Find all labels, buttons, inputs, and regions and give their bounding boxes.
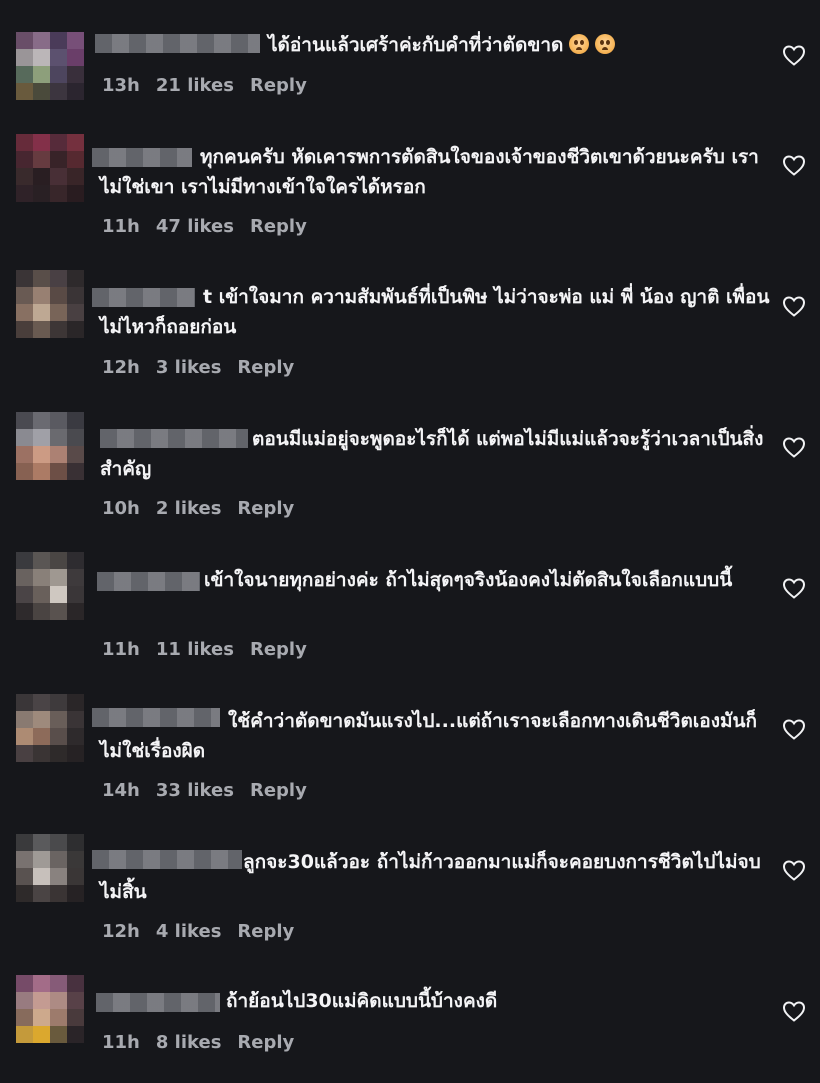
comment-meta: 11h 11 likes Reply <box>102 639 307 660</box>
avatar[interactable] <box>16 134 84 202</box>
comment-time: 14h <box>102 780 140 801</box>
comment-time: 10h <box>102 498 140 519</box>
heart-outline-icon[interactable] <box>782 718 806 740</box>
avatar[interactable] <box>16 270 84 338</box>
comment-text: ทุกคนครับ หัดเคารพการตัดสินใจของเจ้าของช… <box>100 146 759 198</box>
comment-text: ลูกจะ30แล้วอะ ถ้าไม่ก้าวออกมาแม่ก็จะคอยบ… <box>100 851 761 903</box>
reply-button[interactable]: Reply <box>250 639 307 660</box>
comment-meta: 12h 3 likes Reply <box>102 357 294 378</box>
heart-outline-icon[interactable] <box>782 436 806 458</box>
comment-time: 12h <box>102 921 140 942</box>
reply-button[interactable]: Reply <box>250 780 307 801</box>
comment-time: 12h <box>102 357 140 378</box>
heart-outline-icon[interactable] <box>782 154 806 176</box>
avatar[interactable] <box>16 552 84 620</box>
avatar[interactable] <box>16 834 84 902</box>
username-redacted[interactable] <box>96 993 220 1012</box>
avatar[interactable] <box>16 412 84 480</box>
reply-button[interactable]: Reply <box>237 1032 294 1053</box>
reply-button[interactable]: Reply <box>237 921 294 942</box>
comment-time: 11h <box>102 1032 140 1053</box>
comment-likes[interactable]: 11 likes <box>156 639 234 660</box>
heart-outline-icon[interactable] <box>782 859 806 881</box>
comment-text: เข้าใจนายทุกอย่างค่ะ ถ้าไม่สุดๆจริงน้องค… <box>204 569 733 591</box>
reply-button[interactable]: Reply <box>237 357 294 378</box>
avatar[interactable] <box>16 975 84 1043</box>
comment-text: ตอนมีแม่อยู่จะพูดอะไรก็ได้ แต่พอไม่มีแม่… <box>100 428 764 480</box>
comment-time: 11h <box>102 639 140 660</box>
heart-outline-icon[interactable] <box>782 1000 806 1022</box>
avatar[interactable] <box>16 694 84 762</box>
heart-outline-icon[interactable] <box>782 577 806 599</box>
comment-meta: 11h 47 likes Reply <box>102 216 307 237</box>
comment-likes[interactable]: 4 likes <box>156 921 222 942</box>
reply-button[interactable]: Reply <box>237 498 294 519</box>
comment-meta: 11h 8 likes Reply <box>102 1032 294 1053</box>
comment-text: t เข้าใจมาก ความสัมพันธ์ที่เป็นพิษ ไม่ว่… <box>100 286 770 338</box>
reply-button[interactable]: Reply <box>250 216 307 237</box>
comment-meta: 12h 4 likes Reply <box>102 921 294 942</box>
comment-likes[interactable]: 33 likes <box>156 780 234 801</box>
comment-likes[interactable]: 2 likes <box>156 498 222 519</box>
comment-time: 11h <box>102 216 140 237</box>
comment-meta: 14h 33 likes Reply <box>102 780 307 801</box>
comment-text: ใช้คำว่าตัดขาดมันแรงไป...แต่ถ้าเราจะเลือ… <box>100 710 757 762</box>
comment-likes[interactable]: 47 likes <box>156 216 234 237</box>
comment-item: ถ้าย้อนไป30แม่คิดแบบนี้บ้างคงดี 11h 8 li… <box>0 0 820 1053</box>
comment-meta: 10h 2 likes Reply <box>102 498 294 519</box>
comment-likes[interactable]: 8 likes <box>156 1032 222 1053</box>
comment-text: ถ้าย้อนไป30แม่คิดแบบนี้บ้างคงดี <box>226 990 498 1012</box>
comment-likes[interactable]: 3 likes <box>156 357 222 378</box>
heart-outline-icon[interactable] <box>782 295 806 317</box>
